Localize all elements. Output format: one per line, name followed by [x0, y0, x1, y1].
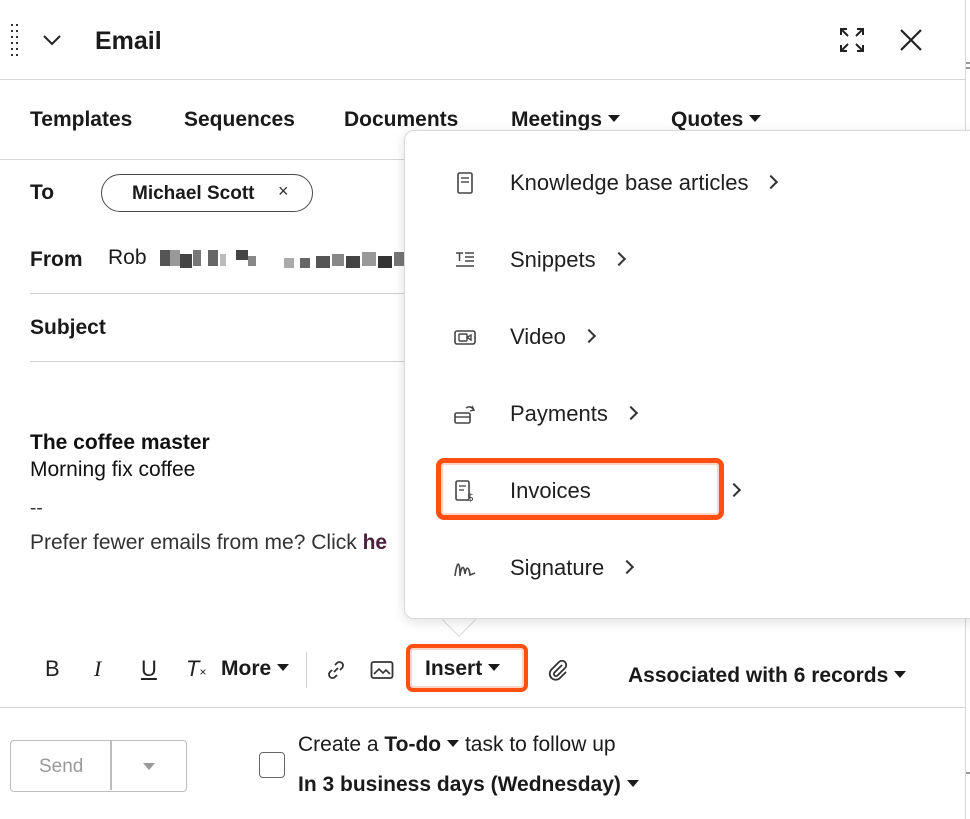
video-icon — [454, 330, 476, 345]
caret-down-icon — [626, 779, 639, 787]
to-label: To — [30, 181, 55, 204]
link-icon[interactable] — [325, 659, 347, 681]
chevron-right-icon — [620, 559, 635, 575]
tab-documents[interactable]: Documents — [344, 108, 458, 132]
signature-title: The coffee master — [30, 431, 210, 454]
menu-item-signature[interactable]: Signature — [405, 538, 965, 598]
edge-fragment — [966, 67, 970, 69]
caret-down-icon — [447, 739, 460, 747]
menu-item-knowledge-base[interactable]: Knowledge base articles — [405, 153, 965, 213]
image-icon[interactable] — [370, 660, 394, 680]
panel-title: Email — [95, 27, 162, 55]
caret-down-icon — [608, 114, 621, 122]
from-name[interactable]: Rob — [108, 246, 147, 270]
subject-divider — [30, 361, 404, 362]
menu-item-snippets[interactable]: Snippets — [405, 230, 965, 290]
due-date-dropdown[interactable]: In 3 business days (Wednesday) — [298, 773, 639, 797]
recipient-name: Michael Scott — [132, 183, 255, 204]
expand-icon[interactable] — [838, 26, 866, 54]
send-button[interactable]: Send — [39, 756, 83, 778]
clear-format-button[interactable]: T× — [186, 656, 206, 682]
format-toolbar: B I U T× More Insert Associated with 6 r… — [0, 640, 966, 708]
menu-item-payments[interactable]: Payments — [405, 384, 965, 444]
caret-down-icon — [277, 663, 290, 671]
insert-button[interactable]: Insert — [425, 657, 501, 681]
document-icon — [457, 172, 473, 194]
underline-button[interactable]: U — [141, 656, 157, 682]
caret-down-icon — [749, 114, 762, 122]
subject-label: Subject — [30, 316, 106, 339]
recipient-chip[interactable]: Michael Scott × — [101, 174, 313, 212]
insert-menu: Knowledge base articles Snippets Video P… — [404, 130, 970, 619]
chevron-right-icon — [764, 174, 779, 190]
signature-icon — [454, 563, 476, 577]
attachment-icon[interactable] — [546, 658, 570, 682]
email-header: Email — [0, 0, 966, 80]
invoices-highlight — [436, 458, 724, 520]
follow-up-task-line: Create a To-do task to follow up — [298, 733, 616, 756]
tab-quotes[interactable]: Quotes — [671, 108, 762, 132]
drag-handle-icon[interactable] — [11, 24, 19, 58]
unsubscribe-line: Prefer fewer emails from me? Click he — [30, 531, 387, 555]
edge-fragment — [966, 772, 970, 774]
snippet-icon — [456, 252, 474, 267]
payments-icon — [454, 405, 476, 424]
caret-down-icon — [894, 670, 907, 678]
caret-down-icon — [488, 663, 501, 671]
tab-meetings[interactable]: Meetings — [511, 108, 621, 132]
menu-item-video[interactable]: Video — [405, 307, 965, 367]
edge-fragment — [966, 62, 970, 64]
close-icon[interactable] — [897, 26, 925, 54]
more-button[interactable]: More — [221, 657, 290, 681]
chevron-right-icon — [611, 251, 626, 267]
task-type-dropdown[interactable]: To-do — [384, 733, 460, 756]
signature-line: Morning fix coffee — [30, 458, 196, 481]
bold-button[interactable]: B — [45, 656, 60, 682]
tab-templates[interactable]: Templates — [30, 108, 132, 132]
chevron-right-icon — [581, 328, 596, 344]
unsubscribe-link[interactable]: he — [363, 531, 388, 554]
tab-sequences[interactable]: Sequences — [184, 108, 295, 132]
chevron-down-icon[interactable] — [40, 28, 64, 52]
associated-records-dropdown[interactable]: Associated with 6 records — [628, 664, 907, 688]
send-options-caret-icon[interactable] — [143, 763, 155, 770]
from-divider — [30, 293, 404, 294]
toolbar-separator — [306, 652, 307, 688]
chevron-right-icon — [623, 405, 638, 421]
signature-separator: -- — [30, 498, 43, 519]
italic-button[interactable]: I — [94, 656, 101, 682]
unsubscribe-text: Prefer fewer emails from me? Click — [30, 531, 363, 554]
chevron-right-icon — [726, 482, 741, 498]
from-label: From — [30, 248, 83, 271]
send-button-group: Send — [10, 740, 187, 792]
follow-up-task-checkbox[interactable] — [259, 752, 285, 778]
remove-recipient-icon[interactable]: × — [278, 181, 289, 202]
send-split-divider — [110, 741, 112, 790]
